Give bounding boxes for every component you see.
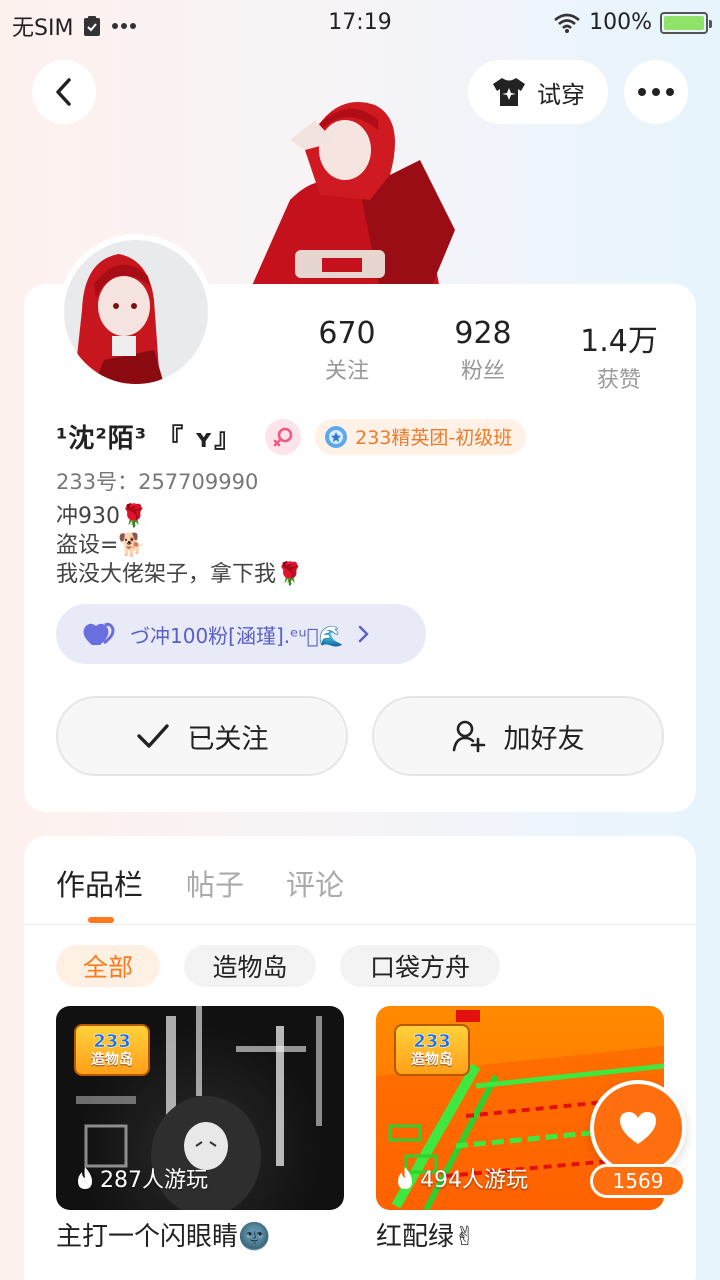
logo-bottom-text: 造物岛 [411,1052,453,1068]
flame-icon [398,1167,412,1189]
play-count: 287人游玩 [76,1162,208,1194]
stat-fans-label: 粉丝 [460,359,505,384]
flame-icon [78,1167,92,1189]
work-title[interactable]: 红配绿✌ [376,1216,476,1253]
filter-creation-island[interactable]: 造物岛 [184,945,316,987]
status-bar: 无SIM 17:19 100% [0,0,720,48]
name-row: ¹沈²陌³ 『 ʏ』 233精英团-初级班 [56,418,527,455]
tab-active-indicator [88,917,114,923]
heart-icon [620,1112,656,1144]
avatar-image [74,254,164,384]
tab-comments[interactable]: 评论 [286,862,344,904]
try-on-button[interactable]: 试穿 [468,60,608,124]
logo-top-text: 233 [413,1031,451,1052]
stat-likes-value: 1.4万 [580,324,658,359]
stat-fans-value: 928 [454,316,512,351]
filter-pocket-ark[interactable]: 口袋方舟 [340,945,500,987]
add-user-icon [452,720,485,753]
logo-bottom-text: 造物岛 [91,1052,133,1068]
group-label: づ冲100粉[涵瑾].ᵉᵘ⃝🌊 [130,623,344,648]
stat-fans[interactable]: 928 粉丝 [408,316,558,385]
user-id: 233号：257709990 [56,470,259,494]
like-count: 1569 [590,1164,686,1198]
stat-likes[interactable]: 1.4万 获赞 [544,316,694,394]
work-title[interactable]: 主打一个闪眼睛🌚 [56,1216,270,1253]
status-right: 100% [553,10,712,35]
bio-line: 我没大佬架子，拿下我🌹 [56,562,304,587]
heart-icon [83,622,115,645]
creation-island-logo: 233 造物岛 [394,1024,470,1076]
elite-badge-label: 233精英团-初级班 [355,427,513,449]
stat-following[interactable]: 670 关注 [272,316,422,385]
tshirt-icon [493,78,525,106]
more-button[interactable] [624,60,688,124]
play-count: 494人游玩 [396,1162,528,1194]
tab-posts[interactable]: 帖子 [186,862,244,904]
stat-likes-label: 获赞 [596,368,641,393]
chevron-left-icon [56,78,71,106]
tab-works[interactable]: 作品栏 [56,862,143,904]
stat-following-value: 670 [318,316,376,351]
group-pill[interactable]: づ冲100粉[涵瑾].ᵉᵘ⃝🌊 [56,604,426,664]
like-button[interactable] [590,1080,686,1176]
work-thumbnail[interactable]: 233 造物岛 287人游玩 [56,1006,344,1210]
bio-line: 冲930🌹 [56,504,148,529]
play-count-text: 287人游玩 [100,1168,208,1193]
wifi-icon [554,13,580,33]
try-on-label: 试穿 [537,80,585,109]
play-count-text: 494人游玩 [420,1168,528,1193]
add-friend-label: 加好友 [503,723,585,755]
more-dots-icon [638,88,674,96]
creation-island-logo: 233 造物岛 [74,1024,150,1076]
battery-icon [660,11,712,34]
gender-female-icon [265,418,302,455]
followed-label: 已关注 [187,723,269,755]
stat-following-label: 关注 [324,359,369,384]
tabs-divider [24,924,696,925]
logo-top-text: 233 [93,1031,131,1052]
battery-percent: 100% [589,10,652,35]
filter-all[interactable]: 全部 [56,945,160,987]
add-friend-button[interactable]: 加好友 [372,696,664,776]
followed-button[interactable]: 已关注 [56,696,348,776]
elite-badge[interactable]: 233精英团-初级班 [315,418,527,455]
character-banner-image [250,102,455,290]
checkmark-icon [136,724,169,748]
chevron-right-icon [359,625,370,643]
medal-icon [325,425,348,448]
bio: 冲930🌹 盗设=🐕 我没大佬架子，拿下我🌹 [56,502,303,589]
back-button[interactable] [32,60,96,124]
avatar[interactable] [58,234,214,390]
username: ¹沈²陌³ 『 ʏ』 [56,424,242,454]
bio-line: 盗设=🐕 [56,533,146,558]
